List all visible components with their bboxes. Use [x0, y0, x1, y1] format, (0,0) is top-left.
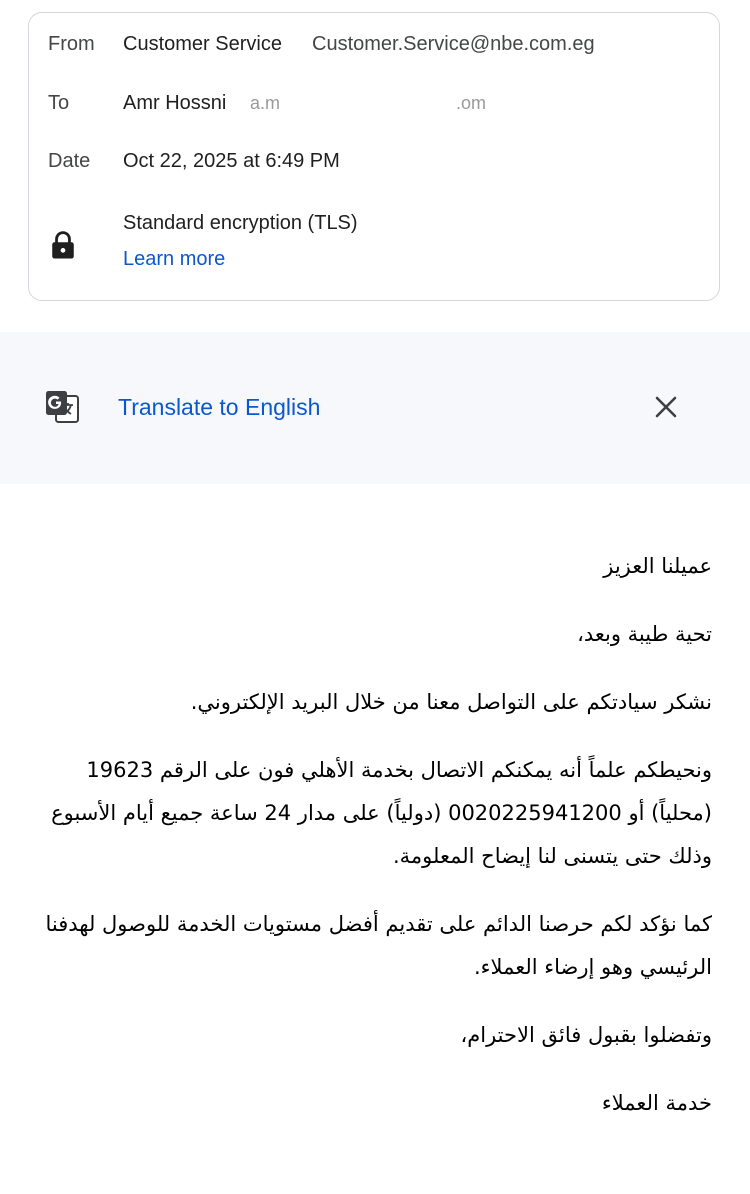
greeting-text: عميلنا العزيز — [603, 554, 712, 578]
sender-email[interactable]: Customer.Service@nbe.com.eg — [312, 33, 595, 56]
date-value: Oct 22, 2025 at 6:49 PM — [123, 150, 340, 172]
message-body: عميلنا العزيز تحية طيبة وبعد، نشكر سيادت… — [30, 545, 713, 1150]
encryption-status: Standard encryption (TLS) — [123, 212, 358, 234]
salutation-text: تحية طيبة وبعد، — [577, 622, 712, 646]
recipient-email-redacted: a.m .om — [250, 93, 490, 117]
date-label: Date — [48, 150, 91, 172]
translate-bar: Translate to English — [0, 332, 750, 484]
message-details-card: From Customer Service Customer.Service@n… — [28, 12, 720, 301]
translate-to-english-button[interactable]: Translate to English — [118, 394, 320, 421]
commitment-text: كما نؤكد لكم حرصنا الدائم على تقديم أفضل… — [45, 912, 713, 979]
contact-info-text: ونحيطكم علماً أنه يمكنكم الاتصال بخدمة ا… — [51, 758, 712, 868]
email-view: From Customer Service Customer.Service@n… — [0, 0, 750, 1194]
redacted-email-end: .om — [456, 93, 487, 113]
signature-text: خدمة العملاء — [601, 1091, 712, 1115]
lock-icon — [52, 231, 74, 259]
from-label: From — [48, 33, 95, 55]
thanks-text: نشكر سيادتكم على التواصل معنا من خلال ال… — [190, 690, 712, 714]
google-translate-icon — [46, 391, 79, 423]
closing-text: وتفضلوا بقبول فائق الاحترام، — [460, 1023, 712, 1047]
close-icon[interactable] — [650, 391, 682, 423]
redacted-email-start: a.m — [250, 93, 281, 113]
to-label: To — [48, 92, 70, 114]
learn-more-link[interactable]: Learn more — [123, 248, 225, 271]
recipient-name[interactable]: Amr Hossni — [123, 92, 226, 115]
sender-name[interactable]: Customer Service — [123, 33, 282, 56]
